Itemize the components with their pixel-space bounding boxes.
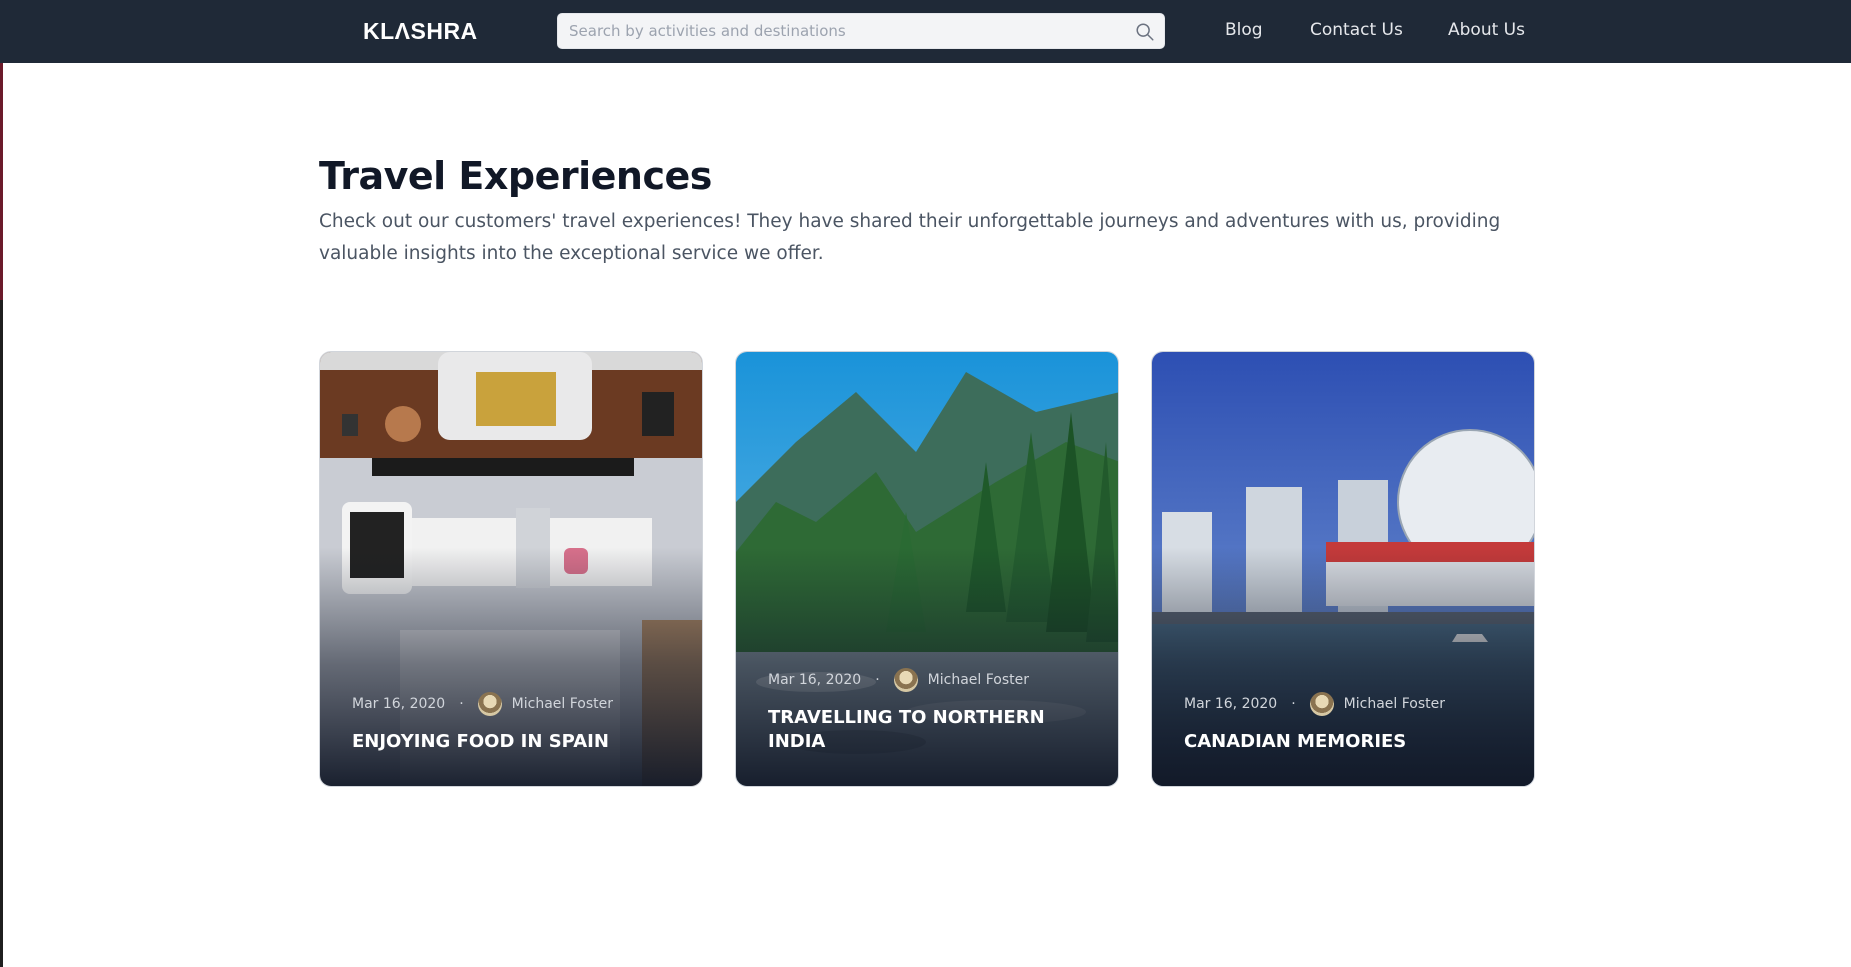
card-meta: Mar 16, 2020 · Michael Foster [1184,692,1445,716]
nav-link-about-us[interactable]: About Us [1448,20,1525,40]
author-avatar [477,692,502,716]
card-date: Mar 16, 2020 [352,696,446,712]
card-author: Michael Foster [1343,696,1446,712]
card-shade [1152,352,1534,786]
experience-card-canada[interactable]: Mar 16, 2020 · Michael Foster CANADIAN M… [1151,351,1535,787]
card-author: Michael Foster [927,672,1030,688]
card-title: TRAVELLING TO NORTHERN INDIA [768,707,1045,752]
search-icon[interactable] [1134,21,1156,43]
card-shade [320,352,702,786]
card-title: ENJOYING FOOD IN SPAIN [352,731,609,752]
card-meta: Mar 16, 2020 · Michael Foster [768,668,1029,692]
card-author: Michael Foster [511,696,614,712]
experience-card-india[interactable]: Mar 16, 2020 · Michael Foster TRAVELLING… [735,351,1119,787]
meta-separator: · [1291,696,1296,712]
page-description: Check out our customers' travel experien… [319,211,1501,264]
experience-card-spain[interactable]: Mar 16, 2020 · Michael Foster ENJOYING F… [319,351,703,787]
search-box [557,13,1165,49]
card-meta: Mar 16, 2020 · Michael Foster [352,692,613,716]
window-left-edge [0,0,3,967]
card-date: Mar 16, 2020 [1184,696,1278,712]
card-date: Mar 16, 2020 [768,672,862,688]
top-navbar: KLΛSHRA Blog Contact Us About Us [0,0,1851,63]
page-title: Travel Experiences [319,154,712,198]
nav-link-blog[interactable]: Blog [1225,20,1263,40]
meta-separator: · [875,672,880,688]
author-avatar [893,668,918,692]
author-avatar [1309,692,1334,716]
card-title: CANADIAN MEMORIES [1184,731,1407,752]
meta-separator: · [459,696,464,712]
nav-link-contact-us[interactable]: Contact Us [1310,20,1403,40]
search-input[interactable] [558,14,1118,48]
site-logo[interactable]: KLΛSHRA [363,18,478,45]
